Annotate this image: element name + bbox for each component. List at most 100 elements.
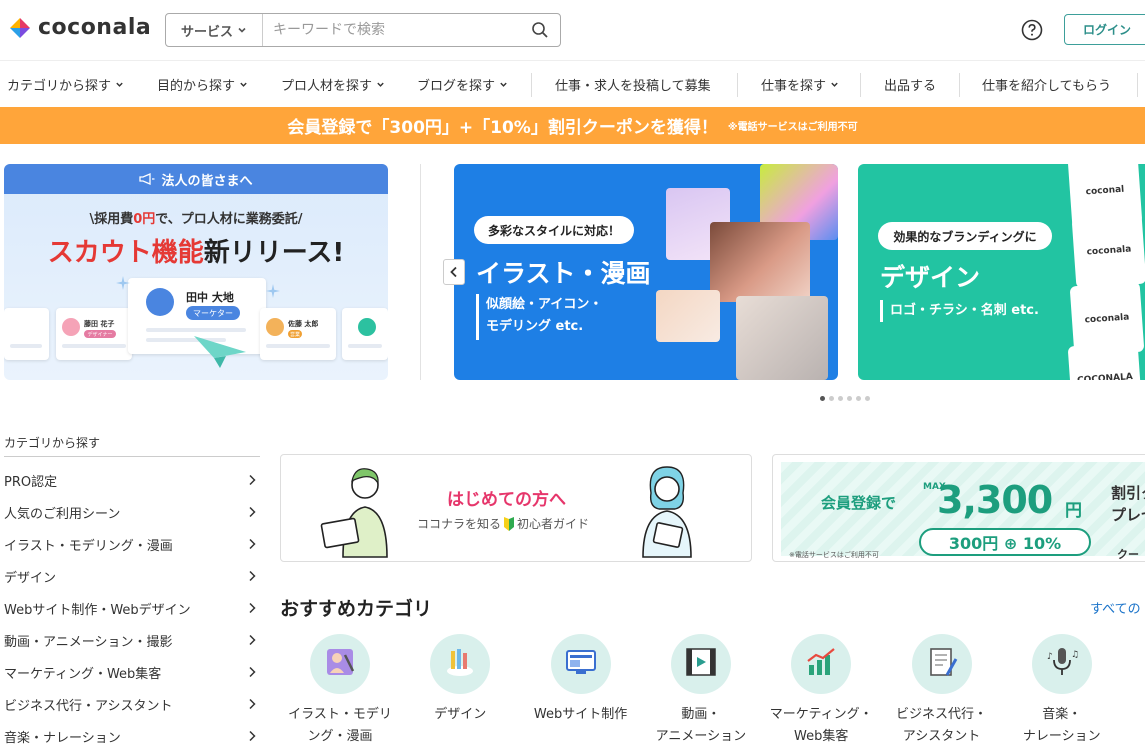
nav-item-category[interactable]: カテゴリから探す xyxy=(7,61,124,107)
sidebar-item-label: PRO認定 xyxy=(4,474,58,490)
carousel-dot[interactable] xyxy=(847,396,852,401)
profile-card xyxy=(342,308,388,360)
coupon-amount: 3,300 xyxy=(937,478,1053,522)
recommended-category-website[interactable]: Webサイト制作 xyxy=(521,634,641,726)
sidebar-heading: カテゴリから探す xyxy=(4,436,101,450)
recommended-category-design[interactable]: デザイン xyxy=(400,634,520,726)
carousel-dot[interactable] xyxy=(820,396,825,401)
slide-subtitle-b: で、プロ人材に業務委託/ xyxy=(155,212,303,227)
category-label: イラスト・モデリ ング・漫画 xyxy=(288,707,392,744)
header: coconala サービス ログイン xyxy=(0,0,1145,60)
carousel-slide-illustration[interactable]: 多彩なスタイルに対応！ イラスト・漫画 似顔絵・アイコン・ モデリング etc. xyxy=(454,164,838,380)
beginner-guide-banner[interactable]: はじめての方へ ココナラを知る 初心者ガイド xyxy=(280,454,752,562)
slide-pill: 効果的なブランディングに xyxy=(878,222,1052,250)
promo-text: 会員登録で「300円」+「10%」割引クーポンを獲得！ xyxy=(287,118,718,138)
nav-item-label: 仕事を探す xyxy=(761,78,827,94)
sidebar-category-item[interactable]: 人気のご利用シーン xyxy=(4,496,256,528)
category-label: デザイン xyxy=(434,707,487,722)
carousel-prev-button[interactable] xyxy=(443,259,465,285)
nav-item-sell[interactable]: 出品する xyxy=(884,61,936,107)
chevron-down-icon xyxy=(238,27,246,33)
search-category-select[interactable]: サービス xyxy=(166,14,263,46)
carousel-dot[interactable] xyxy=(856,396,861,401)
nav-item-introduce-job[interactable]: 仕事を紹介してもらう xyxy=(982,61,1111,107)
carousel-dot[interactable] xyxy=(838,396,843,401)
carousel-dot[interactable] xyxy=(865,396,870,401)
login-button[interactable]: ログイン xyxy=(1064,14,1145,45)
chevron-right-icon xyxy=(249,570,256,582)
nav-item-find-job[interactable]: 仕事を探す xyxy=(761,61,839,107)
svg-text:♪: ♪ xyxy=(1047,652,1053,662)
search-bar: サービス xyxy=(165,13,561,47)
search-button[interactable] xyxy=(520,14,560,46)
banner-subtitle-a: ココナラを知る xyxy=(417,517,502,531)
nav-divider xyxy=(737,73,738,97)
sidebar-category-item[interactable]: マーケティング・Web集客 xyxy=(4,656,256,688)
category-label: ビジネス代行・ アシスタント xyxy=(895,707,987,744)
nav-item-pro[interactable]: プロ人材を探す xyxy=(281,61,385,107)
recommended-category-business[interactable]: ビジネス代行・ アシスタント xyxy=(882,634,1002,748)
sidebar-item-label: Webサイト制作・Webデザイン xyxy=(4,602,191,618)
nav-item-label: 仕事・求人を投稿して募集 xyxy=(555,78,711,94)
banner-subtitle-b: 初心者ガイド xyxy=(517,517,590,531)
global-nav: カテゴリから探す 目的から探す プロ人材を探す ブログを探す 仕事・求人を投稿し… xyxy=(0,60,1145,107)
chevron-left-icon xyxy=(450,266,457,278)
logo-text: coconala xyxy=(38,15,152,40)
signup-promo-bar[interactable]: 会員登録で「300円」+「10%」割引クーポンを獲得！ ※電話サービスはご利用不… xyxy=(0,107,1145,144)
slide-subtitle-em: 0円 xyxy=(133,212,156,227)
nav-divider xyxy=(959,73,960,97)
nav-item-post-job[interactable]: 仕事・求人を投稿して募集 xyxy=(555,61,711,107)
see-all-link[interactable]: すべての xyxy=(1090,598,1141,617)
sidebar-category-item[interactable]: 音楽・ナレーション xyxy=(4,720,256,750)
carousel-dots xyxy=(820,396,870,401)
sidebar-item-label: デザイン xyxy=(4,570,57,586)
hero-carousel: 法人の皆さまへ \採用費0円で、プロ人材に業務委託/ スカウト機能新リリース! … xyxy=(0,164,1145,380)
nav-item-blog[interactable]: ブログを探す xyxy=(417,61,508,107)
paper-plane-icon xyxy=(194,336,246,368)
avatar xyxy=(146,288,174,316)
chevron-right-icon xyxy=(249,698,256,710)
category-icon-circle xyxy=(550,634,611,694)
nav-item-purpose[interactable]: 目的から探す xyxy=(157,61,248,107)
sidebar-category-item[interactable]: イラスト・モデリング・漫画 xyxy=(4,528,256,560)
slide-desc-1: 似顔絵・アイコン・ xyxy=(486,297,603,312)
slide-pill: 多彩なスタイルに対応！ xyxy=(474,216,634,244)
coupon-yen: 円 xyxy=(1065,501,1082,521)
sidebar-item-label: ビジネス代行・アシスタント xyxy=(4,698,173,714)
slide-accent-bar xyxy=(880,300,883,322)
coconala-logo[interactable]: coconala xyxy=(8,15,151,40)
sidebar-category-item[interactable]: デザイン xyxy=(4,560,256,592)
profile-tag: 営業 xyxy=(288,330,302,338)
banner-title: はじめての方へ xyxy=(447,490,566,510)
sidebar-category-item[interactable]: 動画・アニメーション・撮影 xyxy=(4,624,256,656)
recommended-category-marketing[interactable]: マーケティング・ Web集客 xyxy=(761,634,881,748)
nav-divider xyxy=(860,73,861,97)
chevron-right-icon xyxy=(249,538,256,550)
search-input[interactable] xyxy=(263,14,520,46)
nav-item-label: 目的から探す xyxy=(157,78,236,94)
carousel-slide-design[interactable]: 効果的なブランディングに デザイン ロゴ・チラシ・名刺 etc. coconal… xyxy=(858,164,1145,380)
slide-title-dark: 新リリース! xyxy=(203,238,345,268)
recommended-category-illustration[interactable]: イラスト・モデリ ング・漫画 xyxy=(280,634,400,748)
sidebar-category-list: PRO認定人気のご利用シーンイラスト・モデリング・漫画デザイン Webサイト制作・… xyxy=(4,464,256,750)
marketing-icon xyxy=(804,645,838,683)
help-icon[interactable] xyxy=(1021,19,1043,41)
coupon-side-text: クー xyxy=(1117,548,1139,561)
signup-coupon-banner[interactable]: 会員登録で MAX 3,300 円 300円 ⊕ 10% 割引ク プレセ クー … xyxy=(772,454,1145,562)
profile-name: 田中 大地 xyxy=(186,291,234,304)
carousel-dot[interactable] xyxy=(829,396,834,401)
sidebar-category-item[interactable]: Webサイト制作・Webデザイン xyxy=(4,592,256,624)
carousel-slide-scout[interactable]: 法人の皆さまへ \採用費0円で、プロ人材に業務委託/ スカウト機能新リリース! … xyxy=(4,164,388,380)
avatar xyxy=(266,318,284,336)
logo-sample-tile: COCONALA xyxy=(1067,341,1143,380)
sidebar-category-item[interactable]: PRO認定 xyxy=(4,464,256,496)
category-icon-circle xyxy=(911,634,972,694)
profile-tag: デザイナー xyxy=(84,330,116,338)
profile-card: 藤田 花子 デザイナー xyxy=(56,308,132,360)
recommended-category-video[interactable]: 動画・ アニメーション xyxy=(641,634,761,748)
recommended-category-music[interactable]: ♪ ♫ 音楽・ ナレーション xyxy=(1002,634,1122,748)
sidebar-category-item[interactable]: ビジネス代行・アシスタント xyxy=(4,688,256,720)
sidebar-item-label: 人気のご利用シーン xyxy=(4,506,121,522)
category-label: 動画・ アニメーション xyxy=(655,707,747,744)
nav-item-label: ブログを探す xyxy=(417,78,496,94)
